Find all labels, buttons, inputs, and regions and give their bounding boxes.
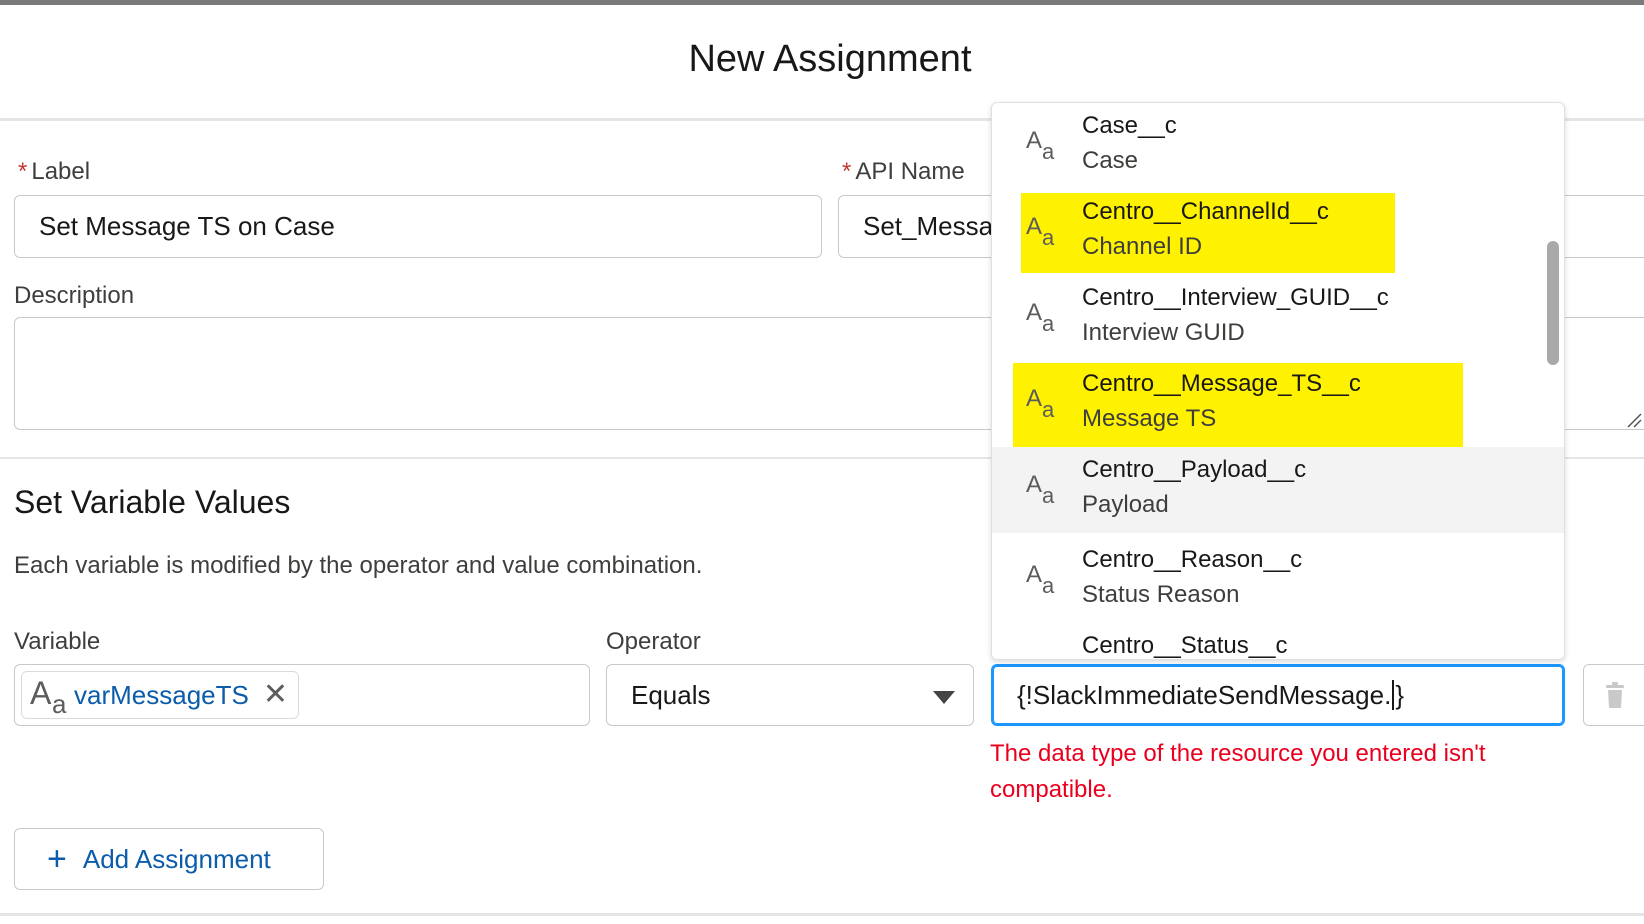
text-type-icon: Aa (1026, 127, 1055, 164)
variable-pill: Aa varMessageTS ✕ (21, 671, 299, 719)
value-text-before-caret: {!SlackImmediateSendMessage. (1017, 679, 1392, 710)
text-type-icon: Aa (1026, 561, 1055, 598)
trash-icon (1606, 682, 1624, 708)
add-assignment-button[interactable]: + Add Assignment (14, 828, 324, 890)
section-description: Each variable is modified by the operato… (14, 552, 703, 579)
option-label: Payload (1082, 491, 1169, 518)
text-cursor (1392, 680, 1395, 710)
dropdown-scrollbar[interactable] (1547, 241, 1559, 365)
dropdown-option-payload[interactable]: Aa Centro__Payload__c Payload (992, 447, 1564, 533)
text-type-icon: Aa (1026, 471, 1055, 508)
add-assignment-label: Add Assignment (82, 843, 271, 874)
dropdown-option-status[interactable]: Centro__Status__c (992, 623, 1564, 659)
operator-value: Equals (631, 679, 711, 710)
option-api-name: Centro__ChannelId__c (1082, 198, 1329, 225)
page-title: New Assignment (688, 38, 972, 80)
footer-divider (0, 913, 1644, 916)
required-marker: * (18, 158, 28, 185)
option-label: Status Reason (1082, 581, 1240, 608)
top-bar (0, 0, 1644, 5)
option-label: Case (1082, 147, 1139, 174)
text-type-icon: Aa (1026, 385, 1055, 422)
label-field-label-text: Label (31, 158, 91, 185)
option-api-name: Centro__Interview_GUID__c (1082, 284, 1389, 311)
option-label: Message TS (1082, 405, 1217, 432)
api-name-field-label-text: API Name (855, 158, 965, 185)
option-api-name: Case__c (1082, 112, 1177, 139)
variable-input[interactable]: Aa varMessageTS ✕ (14, 664, 590, 726)
description-label: Description (14, 282, 135, 309)
label-input[interactable]: Set Message TS on Case (14, 195, 822, 258)
section-title: Set Variable Values (14, 484, 291, 520)
dropdown-option-channel-id[interactable]: Aa Centro__ChannelId__c Channel ID (992, 189, 1564, 275)
option-api-name: Centro__Reason__c (1082, 546, 1303, 573)
dropdown-option-status-reason[interactable]: Aa Centro__Reason__c Status Reason (992, 537, 1564, 623)
option-api-name: Centro__Status__c (1082, 632, 1288, 659)
chevron-down-icon (933, 691, 955, 704)
label-field-label: * Label (18, 158, 90, 186)
value-input[interactable]: {!SlackImmediateSendMessage.} (991, 664, 1565, 726)
dropdown-option-case[interactable]: Aa Case__c Case (992, 103, 1564, 189)
variable-pill-label: varMessageTS (74, 679, 249, 710)
text-type-icon: Aa (1026, 213, 1055, 250)
operator-label: Operator (606, 628, 701, 655)
plus-icon: + (47, 840, 67, 878)
dropdown-option-interview-guid[interactable]: Aa Centro__Interview_GUID__c Interview G… (992, 275, 1564, 361)
delete-assignment-button[interactable] (1583, 664, 1644, 726)
text-type-icon: Aa (30, 675, 67, 719)
variable-label: Variable (14, 628, 101, 655)
resize-handle-icon[interactable] (1626, 412, 1642, 428)
close-icon[interactable]: ✕ (263, 680, 288, 710)
text-type-icon: Aa (1026, 299, 1055, 336)
option-label: Channel ID (1082, 233, 1203, 260)
operator-select[interactable]: Equals (606, 664, 974, 726)
api-name-field-label: * API Name (842, 158, 965, 186)
label-input-value: Set Message TS on Case (39, 211, 335, 241)
error-message: The data type of the resource you entere… (990, 740, 1486, 803)
dropdown-option-message-ts[interactable]: Aa Centro__Message_TS__c Message TS (992, 361, 1564, 447)
resource-dropdown[interactable]: Aa Case__c Case Aa Centro__ChannelId__c … (991, 102, 1565, 660)
required-marker: * (842, 158, 852, 185)
value-text-after-caret: } (1395, 679, 1404, 710)
api-name-input-value: Set_Messa (863, 211, 994, 241)
option-api-name: Centro__Payload__c (1082, 456, 1307, 483)
option-label: Interview GUID (1082, 319, 1245, 346)
option-api-name: Centro__Message_TS__c (1082, 370, 1361, 397)
